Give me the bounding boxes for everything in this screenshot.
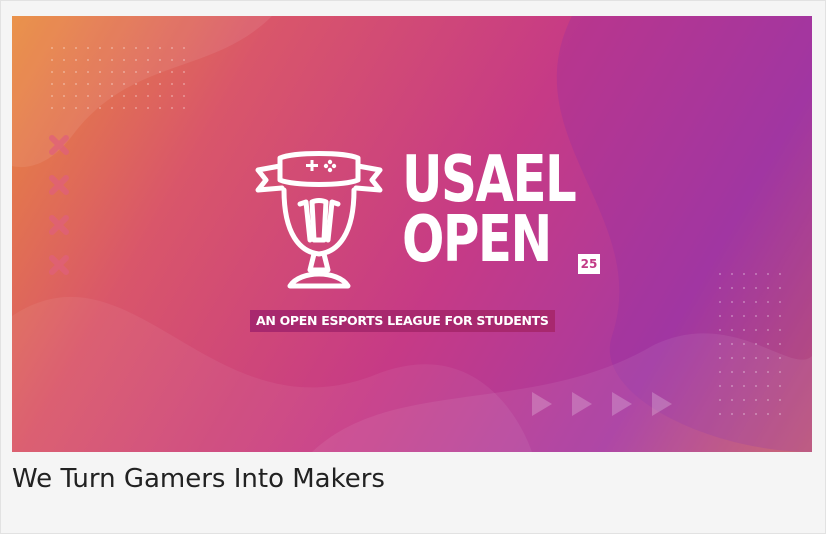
wordmark-line-2: OPEN: [402, 203, 552, 277]
event-banner-image[interactable]: USAEL OPEN 25 AN OPEN ESPORTS LEAGUE FOR…: [12, 16, 812, 452]
event-tagline: AN OPEN ESPORTS LEAGUE FOR STUDENTS: [250, 310, 555, 332]
event-wordmark: USAEL OPEN: [402, 148, 577, 277]
trophy-controller-icon: [255, 151, 383, 289]
usael-open-logo: USAEL OPEN 25: [244, 144, 600, 304]
card-title[interactable]: We Turn Gamers Into Makers: [12, 459, 385, 499]
year-badge: 25: [578, 254, 600, 274]
event-card[interactable]: USAEL OPEN 25 AN OPEN ESPORTS LEAGUE FOR…: [0, 0, 826, 534]
x-marks-decoration: [49, 135, 69, 275]
